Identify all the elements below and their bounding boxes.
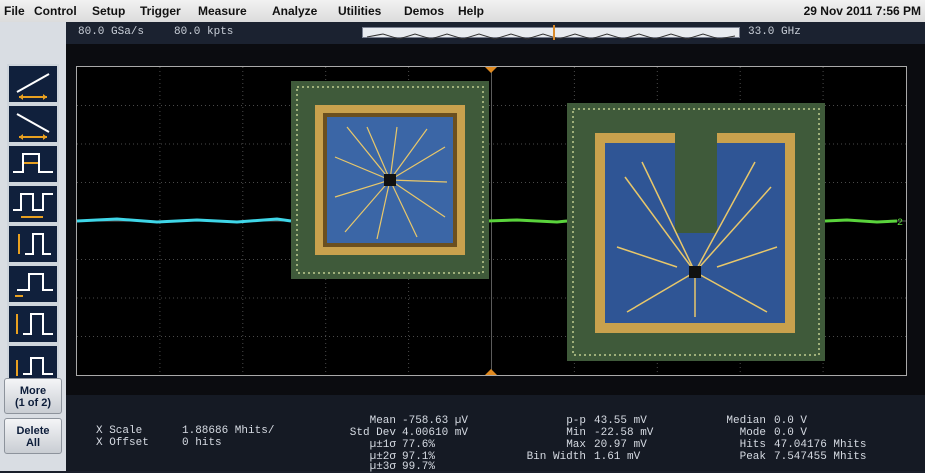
chip-package-right — [567, 103, 825, 361]
bandwidth-readout: 33.0 GHz — [748, 26, 801, 38]
hits-value: 47.04176 Mhits — [774, 439, 867, 451]
x-scale-value: 1.88686 Mhits/ — [182, 425, 275, 437]
menu-analyze[interactable]: Analyze — [272, 4, 317, 18]
delete-all-button[interactable]: Delete All — [4, 418, 62, 454]
more-button-page: (1 of 2) — [14, 397, 52, 409]
pulse-period-button[interactable] — [7, 184, 59, 224]
max-value: 20.97 mV — [594, 439, 647, 451]
peak-value: 7.547455 Mhits — [774, 451, 867, 463]
sigma3-value: 99.7% — [402, 461, 436, 473]
mean-value: -758.63 µV — [402, 415, 469, 427]
sigma1-value: 77.6% — [402, 439, 436, 451]
trigger-position-marker[interactable] — [485, 67, 497, 73]
pulse-amplitude-icon — [15, 273, 53, 297]
bin-width-label: Bin Width — [526, 451, 586, 463]
waveform-display: 2 — [66, 44, 925, 395]
pulse-period-icon — [13, 193, 53, 218]
more-button-label: More — [19, 385, 47, 397]
menu-measure[interactable]: Measure — [198, 4, 247, 18]
timeline-overview-icon — [366, 33, 736, 40]
x-offset-value: 0 hits — [182, 437, 222, 449]
rising-edge-button[interactable] — [7, 64, 59, 104]
chip-package-left — [291, 81, 489, 279]
histogram-results-panel: X Scale 1.88686 Mhits/ X Offset 0 hits M… — [66, 395, 925, 473]
graticule[interactable]: 2 — [76, 66, 907, 376]
pulse-top-button[interactable] — [7, 304, 59, 344]
menu-trigger[interactable]: Trigger — [140, 4, 181, 18]
positive-pulse-width-icon — [13, 153, 53, 173]
acquisition-info-strip: 80.0 GSa/s 80.0 kpts 33.0 GHz — [66, 22, 925, 44]
pulse-amplitude-button[interactable] — [7, 264, 59, 304]
pulse-width-marker-icon — [18, 233, 51, 255]
menu-help[interactable]: Help — [458, 4, 484, 18]
pulse-top-icon — [16, 313, 53, 335]
menu-utilities[interactable]: Utilities — [338, 4, 381, 18]
timeline-position-marker[interactable] — [553, 25, 555, 40]
std-dev-value: 4.00610 mV — [402, 427, 469, 439]
hits-label: Hits — [739, 439, 766, 451]
waveform-canvas: 2 — [77, 67, 906, 375]
menu-control[interactable]: Control — [34, 4, 77, 18]
peak-label: Peak — [739, 451, 766, 463]
pp-value: 43.55 mV — [594, 415, 647, 427]
min-value: -22.58 mV — [594, 427, 654, 439]
date-time-readout: 29 Nov 2011 7:56 PM — [803, 4, 921, 18]
channel-marker[interactable]: 2 — [897, 218, 903, 229]
menu-bar: File Control Setup Trigger Measure Analy… — [0, 0, 925, 23]
min-label: Min — [566, 427, 586, 439]
measurement-toolbar: More (1 of 2) Delete All — [0, 22, 67, 471]
acquisition-timeline-bar[interactable] — [362, 25, 740, 40]
sample-rate-readout: 80.0 GSa/s — [78, 26, 145, 38]
more-button[interactable]: More (1 of 2) — [4, 378, 62, 414]
pp-label: p-p — [566, 415, 586, 427]
positive-pulse-width-button[interactable] — [7, 144, 59, 184]
bin-width-value: 1.61 mV — [594, 451, 641, 463]
waveform-trace-left — [77, 217, 292, 224]
falling-edge-button[interactable] — [7, 104, 59, 144]
rising-edge-icon — [16, 73, 50, 100]
x-scale-label: X Scale — [96, 425, 143, 437]
menu-file[interactable]: File — [4, 4, 25, 18]
sigma1-label: µ±1σ — [369, 439, 396, 451]
std-dev-label: Std Dev — [349, 427, 396, 439]
x-offset-label: X Offset — [96, 437, 149, 449]
median-value: 0.0 V — [774, 415, 808, 427]
sigma3-label: µ±3σ — [369, 461, 396, 473]
max-label: Max — [566, 439, 586, 451]
median-label: Median — [726, 415, 766, 427]
menu-demos[interactable]: Demos — [404, 4, 444, 18]
mean-label: Mean — [369, 415, 396, 427]
menu-setup[interactable]: Setup — [92, 4, 125, 18]
mode-label: Mode — [739, 427, 766, 439]
mode-value: 0.0 V — [774, 427, 808, 439]
memory-depth-readout: 80.0 kpts — [174, 26, 234, 38]
delete-all-sublabel: All — [25, 437, 41, 449]
pulse-base-icon — [16, 357, 53, 376]
falling-edge-icon — [16, 113, 50, 140]
delete-all-label: Delete — [16, 425, 50, 437]
pulse-width-marker-button[interactable] — [7, 224, 59, 264]
